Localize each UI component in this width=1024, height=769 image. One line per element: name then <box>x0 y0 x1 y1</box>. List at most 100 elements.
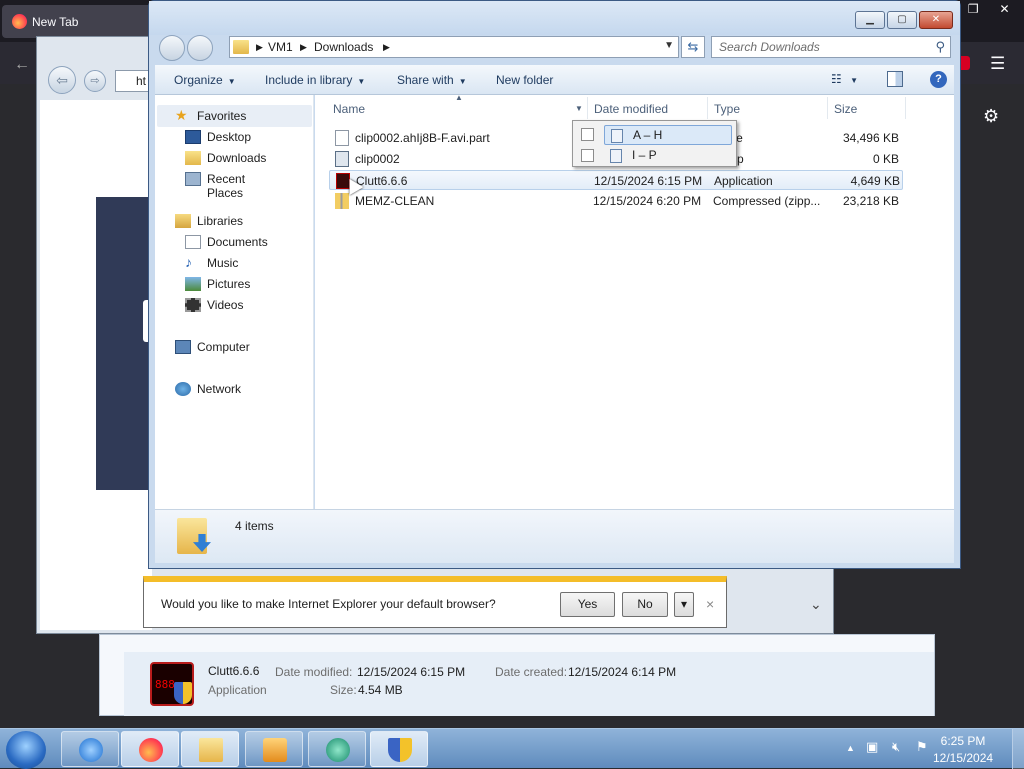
group-icon <box>611 129 623 143</box>
organize-button[interactable]: Organize ▼ <box>174 73 236 87</box>
desktop-icon <box>185 130 201 144</box>
taskbar-internet-explorer[interactable] <box>61 731 119 767</box>
taskbar-media-player[interactable] <box>245 731 303 767</box>
restore-icon[interactable]: ❐ <box>968 2 979 20</box>
minimize-button[interactable]: ▁ <box>855 11 885 29</box>
folder-icon <box>233 40 249 54</box>
close-notification-icon[interactable]: × <box>706 596 714 612</box>
chevron-down-icon[interactable]: ⌄ <box>810 596 822 613</box>
file-name: MEMZ-CLEAN <box>355 194 435 208</box>
ie-back-icon[interactable]: ⇦ <box>48 66 76 94</box>
navigation-pane: ★ Favorites Desktop Downloads Recent Plac… <box>155 95 314 509</box>
media-player-icon <box>263 738 287 762</box>
computer-icon <box>175 340 191 354</box>
include-in-library-button[interactable]: Include in library ▼ <box>265 73 365 87</box>
uac-shield-icon <box>174 682 192 704</box>
clock-date[interactable]: 12/15/2024 <box>933 751 993 765</box>
gear-icon[interactable]: ⚙ <box>983 106 999 127</box>
column-filter-icon[interactable]: ▼ <box>575 104 583 113</box>
no-button[interactable]: No <box>622 592 668 617</box>
ie-address-bar[interactable]: ht <box>115 70 151 92</box>
details-date-created: 12/15/2024 6:14 PM <box>568 665 677 679</box>
taskbar: ▲ ▣ 🔇︎ ⚑ 6:25 PM 12/15/2024 <box>0 728 1024 769</box>
search-input[interactable]: Search Downloads ⚲ <box>711 36 951 58</box>
forward-icon[interactable] <box>187 35 213 61</box>
file-icon <box>335 130 349 146</box>
explorer-title-bar[interactable]: ▁ ▢ ✕ <box>149 1 960 35</box>
file-size: 0 KB <box>872 152 899 166</box>
network-icon <box>175 382 191 396</box>
details-date-modified-label: Date modified: <box>275 665 353 679</box>
preview-pane-icon[interactable] <box>887 71 903 87</box>
back-arrow-icon[interactable]: ← <box>14 56 30 74</box>
ie-icon <box>79 738 103 762</box>
close-button[interactable]: ✕ <box>919 11 953 29</box>
taskbar-firefox[interactable] <box>121 731 179 767</box>
address-bar[interactable]: ▶ VM1 ▶ Downloads ▶ ▼ <box>229 36 679 58</box>
recent-places-icon <box>185 172 201 186</box>
share-with-button[interactable]: Share with ▼ <box>397 73 467 87</box>
taskbar-explorer[interactable] <box>181 731 239 767</box>
explorer-window: ▁ ▢ ✕ ▶ VM1 ▶ Downloads ▶ ▼ ⇆ Search Dow… <box>148 0 961 569</box>
firefox-icon <box>12 14 27 29</box>
hamburger-menu-icon[interactable]: ☰ <box>990 54 1005 74</box>
show-desktop-button[interactable] <box>1012 729 1024 769</box>
maximize-button[interactable]: ▢ <box>887 11 917 29</box>
documents-icon <box>185 235 201 249</box>
action-center-flag-icon[interactable]: ⚑ <box>916 739 928 755</box>
start-button[interactable] <box>6 731 46 769</box>
no-dropdown-button[interactable]: ▾ <box>674 592 694 617</box>
video-file-icon <box>335 151 349 167</box>
breadcrumb-arrow-icon[interactable]: ▶ <box>300 42 307 53</box>
column-size[interactable]: Size <box>834 102 857 116</box>
firefox-tab[interactable]: New Tab <box>2 5 152 38</box>
volume-muted-icon[interactable]: 🔇︎ <box>892 739 900 755</box>
column-date-modified[interactable]: Date modified <box>594 102 668 116</box>
breadcrumb-downloads[interactable]: Downloads <box>314 40 373 54</box>
app-icon <box>326 738 350 762</box>
folder-icon <box>199 738 223 762</box>
pictures-icon <box>185 277 201 291</box>
ie-forward-icon[interactable]: ⇨ <box>84 70 106 92</box>
file-row-selected[interactable]: Clutt6.6.6 12/15/2024 6:15 PM Applicatio… <box>329 170 903 190</box>
file-name: Clutt6.6.6 <box>356 174 408 188</box>
breadcrumb-arrow-icon[interactable]: ▶ <box>383 42 390 53</box>
clock-time[interactable]: 6:25 PM <box>933 734 993 748</box>
column-name[interactable]: Name <box>333 102 365 116</box>
breadcrumb-arrow-icon[interactable]: ▶ <box>256 42 263 53</box>
filter-option-a-h[interactable]: A – H <box>604 125 732 145</box>
column-type[interactable]: Type <box>714 102 740 116</box>
item-count: 4 items <box>235 519 274 533</box>
show-hidden-icons[interactable]: ▲ <box>846 743 855 753</box>
taskbar-app[interactable] <box>308 731 366 767</box>
filter-option-i-p[interactable]: I – P <box>604 146 732 166</box>
file-row[interactable]: MEMZ-CLEAN 12/15/2024 6:20 PM Compressed… <box>329 191 903 211</box>
new-folder-button[interactable]: New folder <box>496 73 553 87</box>
file-date: 12/15/2024 6:20 PM <box>593 194 702 208</box>
tab-title: New Tab <box>32 15 79 29</box>
change-view-icon[interactable]: ☷ ▼ <box>831 72 858 86</box>
refresh-icon[interactable]: ⇆ <box>681 36 705 58</box>
back-icon[interactable] <box>159 35 185 61</box>
file-date: 12/15/2024 6:15 PM <box>594 174 703 188</box>
sort-arrow-icon: ▲ <box>455 93 463 102</box>
network-tray-icon[interactable]: ▣ <box>866 739 878 755</box>
videos-icon <box>185 298 201 312</box>
help-icon[interactable]: ? <box>930 71 947 88</box>
details-file-type: Application <box>208 683 267 697</box>
search-icon[interactable]: ⚲ <box>935 39 945 55</box>
details-size: 4.54 MB <box>358 683 403 697</box>
address-dropdown-icon[interactable]: ▼ <box>664 40 674 51</box>
ie-default-browser-notification: Would you like to make Internet Explorer… <box>143 576 727 628</box>
filter-checkbox-a-h[interactable] <box>581 128 594 141</box>
group-icon <box>610 149 622 163</box>
taskbar-uac[interactable] <box>370 731 428 767</box>
yes-button[interactable]: Yes <box>560 592 615 617</box>
filter-checkbox-i-p[interactable] <box>581 149 594 162</box>
shield-icon <box>388 738 412 762</box>
breadcrumb-vm1[interactable]: VM1 <box>268 40 293 54</box>
status-bar: 4 items <box>155 509 954 563</box>
star-icon: ★ <box>175 107 188 123</box>
close-icon[interactable]: ✕ <box>1000 2 1010 20</box>
details-date-modified: 12/15/2024 6:15 PM <box>357 665 466 679</box>
